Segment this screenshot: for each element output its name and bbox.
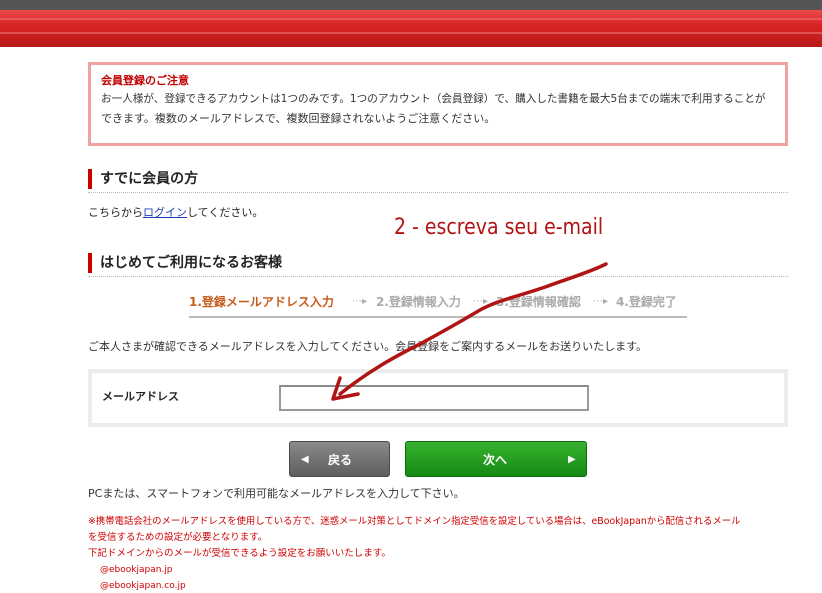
notice-title: 会員登録のご注意 (101, 74, 189, 87)
heading-accent-bar (88, 169, 92, 189)
registration-steps: 1.登録メールアドレス入力 ⋯▸ 2.登録情報入力 ⋯▸ 3.登録情報確認 ⋯▸… (189, 292, 687, 318)
login-link[interactable]: ログイン (143, 206, 187, 219)
next-button-label: 次へ (483, 453, 508, 467)
notice-body: お一人様が、登録できるアカウントは1つのみです。1つのアカウント（会員登録）で、… (101, 89, 775, 129)
domain-item: @ebookjapan.co.jp (100, 581, 186, 591)
step-arrow-icon: ⋯▸ (352, 296, 368, 307)
email-label: メールアドレス (102, 390, 179, 403)
registration-notice-box: 会員登録のご注意 お一人様が、登録できるアカウントは1つのみです。1つのアカウン… (88, 62, 788, 146)
carrier-email-warning: ※携帯電話会社のメールアドレスを使用している方で、迷惑メール対策としてドメイン指… (88, 514, 788, 562)
header-red-band (0, 10, 822, 47)
new-member-heading-text: はじめてご利用になるお客様 (100, 255, 282, 271)
email-input[interactable] (279, 385, 589, 411)
login-prompt: こちらからログインしてください。 (88, 205, 263, 221)
notice-line-2: できます。複数のメールアドレスで、複数回登録されないようご注意ください。 (101, 112, 496, 125)
step-arrow-icon: ⋯▸ (473, 296, 489, 307)
warning-line-2: を受信するための設定が必要となります。 (88, 532, 268, 543)
domain-item: @ebookjapan.jp (100, 565, 173, 575)
top-dark-bar (0, 0, 822, 10)
step-arrow-icon: ⋯▸ (593, 296, 609, 307)
notice-line-1: お一人様が、登録できるアカウントは1つのみです。1つのアカウント（会員登録）で、… (101, 93, 766, 105)
arrow-left-icon: ◀ (301, 454, 309, 465)
email-instruction: ご本人さまが確認できるメールアドレスを入力してください。会員登録をご案内するメー… (88, 340, 648, 353)
email-form-inner: メールアドレス (92, 373, 784, 423)
annotation-text: 2 - escreva seu e-mail (394, 215, 604, 240)
login-prompt-after: してください。 (187, 206, 264, 219)
warning-line-1: ※携帯電話会社のメールアドレスを使用している方で、迷惑メール対策としてドメイン指… (88, 516, 741, 527)
warning-line-3: 下記ドメインからのメールが受信できるよう設定をお願いいたします。 (88, 548, 391, 559)
step-3: 3.登録情報確認 (496, 295, 581, 309)
new-member-heading: はじめてご利用になるお客様 (88, 251, 788, 277)
back-button[interactable]: ◀ 戻る (289, 441, 390, 477)
pc-email-note: PCまたは、スマートフォンで利用可能なメールアドレスを入力して下さい。 (88, 487, 465, 500)
back-button-label: 戻る (328, 453, 353, 467)
heading-accent-bar (88, 253, 92, 273)
email-form-box: メールアドレス (88, 369, 788, 427)
arrow-right-icon: ▶ (568, 454, 576, 465)
login-prompt-before: こちらから (88, 206, 143, 219)
step-1: 1.登録メールアドレス入力 (189, 295, 334, 309)
existing-member-heading-text: すでに会員の方 (100, 171, 199, 187)
existing-member-heading: すでに会員の方 (88, 167, 788, 193)
step-4: 4.登録完了 (616, 295, 677, 309)
step-2: 2.登録情報入力 (376, 295, 461, 309)
next-button[interactable]: 次へ ▶ (405, 441, 587, 477)
